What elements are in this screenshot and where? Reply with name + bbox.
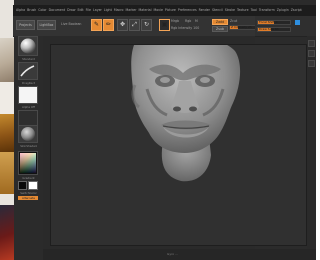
m-toggle[interactable]: M	[195, 19, 198, 23]
move-tool-button[interactable]: ✥	[117, 19, 128, 31]
mrgb-toggle[interactable]: Mrgb	[171, 19, 179, 23]
focal-shift-label: Focal Shift 0	[259, 20, 278, 24]
thumbnail-gold[interactable]	[0, 152, 14, 194]
menu-item-texture[interactable]: Texture	[237, 5, 249, 16]
right-shelf: Focal Shift 0 Draw Size 64	[255, 16, 316, 36]
zbrush-window: Alpha Brush Color Document Draw Edit File Layer…	[0, 0, 316, 260]
stroke-icon	[20, 65, 35, 77]
lightbox-button[interactable]: LightBox	[37, 20, 56, 30]
brush-label: Standard	[22, 57, 35, 61]
material-label: SkinShade4	[20, 144, 37, 148]
draw-size-label: Draw Size 64	[259, 27, 279, 31]
menu-item-stencil[interactable]: Stencil	[212, 5, 223, 16]
menu-item-zplugin[interactable]: Zplugin	[277, 5, 289, 16]
draw-tool-button[interactable]: ✏	[103, 19, 114, 31]
rgb-intensity-label: Rgb Intensity 100	[171, 26, 200, 30]
zsub-button[interactable]: Zsub	[212, 26, 228, 32]
scroll-button[interactable]	[308, 40, 315, 47]
actual-button[interactable]	[308, 60, 315, 67]
scale-tool-button[interactable]: ⤢	[129, 19, 140, 31]
document-canvas[interactable]	[50, 34, 307, 246]
thumbnail-sketch[interactable]	[0, 38, 14, 82]
projects-button[interactable]: Projects	[16, 20, 35, 30]
texture-button[interactable]	[18, 110, 38, 126]
thumbnail-character[interactable]	[0, 205, 14, 260]
menu-item-stroke[interactable]: Stroke	[225, 5, 235, 16]
menu-item-movie[interactable]: Movie	[153, 5, 162, 16]
zadd-button[interactable]: Zadd	[212, 19, 228, 25]
material-button[interactable]	[18, 125, 38, 143]
color-picker-gradient	[20, 153, 36, 173]
alpha-button[interactable]	[18, 86, 38, 104]
menu-item-transform[interactable]: Transform	[259, 5, 275, 16]
rotate-tool-button[interactable]: ↻	[141, 19, 152, 31]
sculpted-head-model[interactable]	[51, 34, 306, 245]
menu-item-render[interactable]: Render	[199, 5, 210, 16]
material-sphere-icon	[21, 127, 35, 141]
thumbnail-ornament[interactable]	[0, 114, 14, 152]
left-tray: Standard DragRect Alpha Off Texture Off	[14, 36, 44, 260]
menu-item-material[interactable]: Material	[139, 5, 152, 16]
draw-size-slider[interactable]: Draw Size 64	[257, 27, 291, 32]
alternate-label: Alternate	[22, 196, 35, 200]
secondary-color-swatch[interactable]	[18, 181, 27, 190]
brush-button[interactable]	[18, 36, 38, 56]
thumbnail-blank[interactable]	[0, 82, 14, 114]
zoom-button[interactable]	[308, 50, 315, 57]
z-intensity-label: Z Intensity 25	[231, 25, 252, 29]
bottom-shelf-label: Gyro ...	[167, 252, 178, 256]
color-picker[interactable]	[18, 151, 38, 175]
stroke-label: DragRect	[22, 81, 35, 85]
live-boolean-label[interactable]: Live Boolean	[61, 22, 81, 26]
bottom-shelf: Gyro ...	[43, 249, 316, 260]
gradient-label: Gradient	[22, 176, 35, 180]
brush-sphere-icon	[20, 38, 36, 54]
zcut-label[interactable]: Zcut	[230, 19, 237, 23]
switch-color-label[interactable]: SwitchColor	[17, 191, 40, 195]
menu-item-preferences[interactable]: Preferences	[178, 5, 197, 16]
transpose-tool-button[interactable]: ▣	[159, 19, 170, 31]
edit-tool-button[interactable]: ✎	[91, 19, 102, 31]
dynamic-toggle-icon[interactable]	[295, 20, 300, 25]
rgb-toggle[interactable]: Rgb	[185, 19, 191, 23]
right-shelf-bar	[307, 36, 316, 249]
menu-item-zscript[interactable]: Zscript	[291, 5, 302, 16]
stroke-button[interactable]	[18, 62, 38, 80]
alpha-label: Alpha Off	[22, 105, 35, 109]
thumbnail-strip	[0, 0, 14, 260]
focal-shift-slider[interactable]: Focal Shift 0	[257, 20, 291, 25]
main-color-swatch[interactable]	[28, 181, 38, 190]
menu-item-picture[interactable]: Picture	[165, 5, 176, 16]
menu-item-tool[interactable]: Tool	[251, 5, 257, 16]
